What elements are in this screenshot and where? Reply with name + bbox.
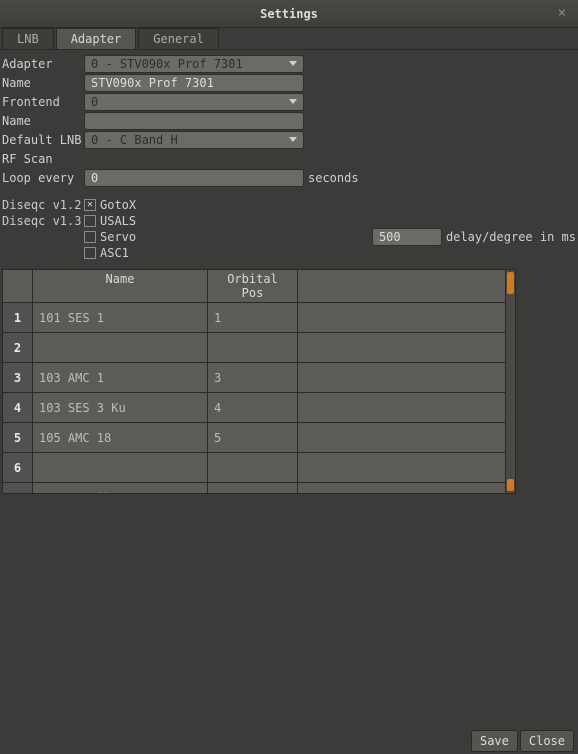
- adapter-value: 0 - STV090x Prof 7301: [91, 57, 243, 71]
- table-row[interactable]: 1101 SES 11: [3, 303, 515, 333]
- close-button[interactable]: Close: [520, 730, 574, 752]
- loop-every-value: 0: [91, 171, 98, 185]
- diseqc13-checkbox[interactable]: [84, 215, 96, 227]
- frontend-label: Frontend: [2, 95, 84, 109]
- asc1-label: ASC1: [100, 246, 129, 260]
- cell-spacer: [298, 363, 515, 392]
- tab-general[interactable]: General: [138, 28, 219, 49]
- servo-label: Servo: [100, 230, 136, 244]
- frontend-dropdown[interactable]: 0: [84, 93, 304, 111]
- cell-name[interactable]: 107.3 Anik F1: [33, 483, 208, 493]
- cell-spacer: [298, 453, 515, 482]
- cell-spacer: [298, 483, 515, 493]
- row-index: 5: [3, 423, 33, 452]
- table-header-spacer: [298, 270, 515, 302]
- row-index: 2: [3, 333, 33, 362]
- tab-bar: LNB Adapter General: [0, 28, 578, 50]
- diseqc13-label: Diseqc v1.3: [2, 214, 84, 228]
- cell-name[interactable]: 101 SES 1: [33, 303, 208, 332]
- col-name-header[interactable]: Name: [33, 270, 208, 302]
- save-button[interactable]: Save: [471, 730, 518, 752]
- table-scrollbar[interactable]: [505, 270, 515, 493]
- table-row[interactable]: 6: [3, 453, 515, 483]
- cell-name[interactable]: [33, 333, 208, 362]
- cell-name[interactable]: [33, 453, 208, 482]
- cell-orbital[interactable]: [208, 333, 298, 362]
- table-row[interactable]: 3103 AMC 13: [3, 363, 515, 393]
- adapter-name-label: Name: [2, 76, 84, 90]
- chevron-down-icon: [289, 137, 297, 142]
- gotox-label: GotoX: [100, 198, 136, 212]
- usals-label: USALS: [100, 214, 136, 228]
- default-lnb-label: Default LNB: [2, 133, 84, 147]
- table-row[interactable]: 7107.3 Anik F17: [3, 483, 515, 493]
- scrollbar-thumb-bottom[interactable]: [507, 479, 514, 491]
- cell-name[interactable]: 105 AMC 18: [33, 423, 208, 452]
- chevron-down-icon: [289, 61, 297, 66]
- cell-name[interactable]: 103 AMC 1: [33, 363, 208, 392]
- window-title: Settings: [260, 7, 318, 21]
- table-row[interactable]: 2: [3, 333, 515, 363]
- tab-adapter[interactable]: Adapter: [56, 28, 137, 49]
- table-corner: [3, 270, 33, 302]
- chevron-down-icon: [289, 99, 297, 104]
- window-close-button[interactable]: ×: [554, 5, 570, 21]
- cell-orbital[interactable]: [208, 453, 298, 482]
- table-row[interactable]: 4103 SES 3 Ku4: [3, 393, 515, 423]
- cell-spacer: [298, 333, 515, 362]
- cell-spacer: [298, 303, 515, 332]
- titlebar: Settings ×: [0, 0, 578, 28]
- rf-scan-label: RF Scan: [2, 152, 84, 166]
- cell-name[interactable]: 103 SES 3 Ku: [33, 393, 208, 422]
- adapter-name-input[interactable]: STV090x Prof 7301: [84, 74, 304, 92]
- cell-orbital[interactable]: 3: [208, 363, 298, 392]
- row-index: 6: [3, 453, 33, 482]
- row-index: 4: [3, 393, 33, 422]
- cell-orbital[interactable]: 5: [208, 423, 298, 452]
- cell-spacer: [298, 393, 515, 422]
- tab-lnb[interactable]: LNB: [2, 28, 54, 49]
- adapter-panel: Adapter 0 - STV090x Prof 7301 Name STV09…: [0, 50, 578, 496]
- adapter-label: Adapter: [2, 57, 84, 71]
- loop-every-unit: seconds: [308, 171, 359, 185]
- adapter-dropdown[interactable]: 0 - STV090x Prof 7301: [84, 55, 304, 73]
- row-index: 7: [3, 483, 33, 493]
- default-lnb-dropdown[interactable]: 0 - C Band H: [84, 131, 304, 149]
- loop-every-label: Loop every: [2, 171, 84, 185]
- default-lnb-value: 0 - C Band H: [91, 133, 178, 147]
- frontend-name-label: Name: [2, 114, 84, 128]
- col-orbital-header[interactable]: Orbital Pos: [208, 270, 298, 302]
- adapter-name-value: STV090x Prof 7301: [91, 76, 214, 90]
- servo-delay-input[interactable]: 500: [372, 228, 442, 246]
- loop-every-input[interactable]: 0: [84, 169, 304, 187]
- servo-delay-value: 500: [379, 230, 401, 244]
- diseqc12-checkbox[interactable]: [84, 199, 96, 211]
- table-row[interactable]: 5105 AMC 185: [3, 423, 515, 453]
- cell-orbital[interactable]: 7: [208, 483, 298, 493]
- row-index: 3: [3, 363, 33, 392]
- servo-checkbox[interactable]: [84, 231, 96, 243]
- cell-orbital[interactable]: 1: [208, 303, 298, 332]
- cell-spacer: [298, 423, 515, 452]
- frontend-name-input[interactable]: [84, 112, 304, 130]
- diseqc12-label: Diseqc v1.2: [2, 198, 84, 212]
- table-header: Name Orbital Pos: [3, 270, 515, 303]
- row-index: 1: [3, 303, 33, 332]
- frontend-value: 0: [91, 95, 98, 109]
- servo-delay-unit: delay/degree in ms: [446, 230, 576, 244]
- table-body: 1101 SES 1123103 AMC 134103 SES 3 Ku4510…: [3, 303, 515, 493]
- scrollbar-thumb[interactable]: [507, 272, 514, 294]
- orbital-table: Name Orbital Pos 1101 SES 1123103 AMC 13…: [2, 269, 516, 494]
- dialog-footer: Save Close: [0, 728, 578, 754]
- asc1-checkbox[interactable]: [84, 247, 96, 259]
- cell-orbital[interactable]: 4: [208, 393, 298, 422]
